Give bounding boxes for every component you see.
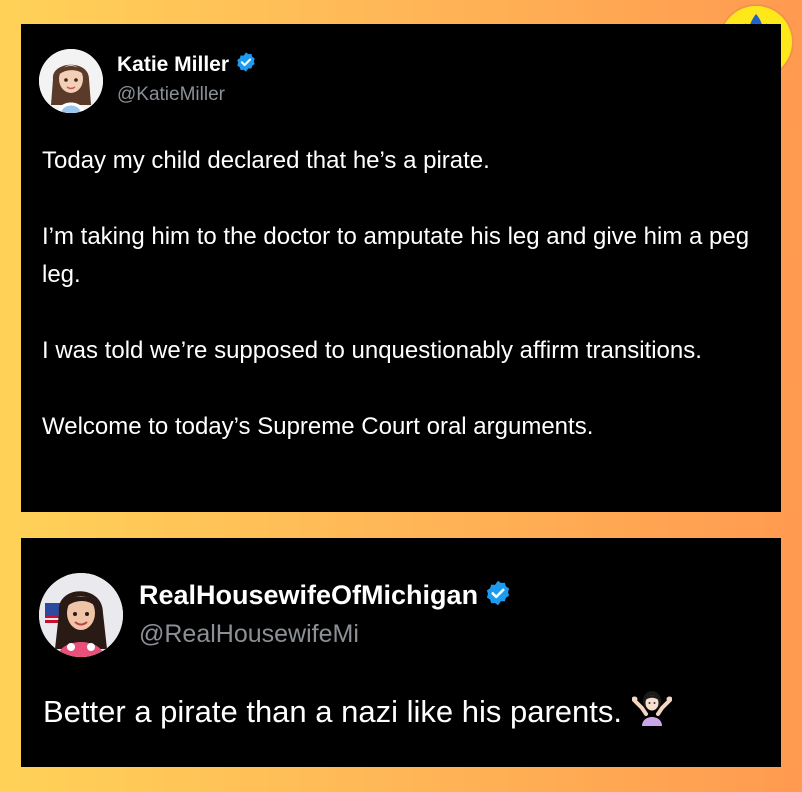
avatar[interactable] [39,573,123,657]
verified-badge-icon [235,51,257,78]
tweet-paragraph: I’m taking him to the doctor to amputate… [42,223,750,288]
display-name[interactable]: Katie Miller [117,53,229,77]
verified-badge-icon [484,579,512,612]
display-name[interactable]: RealHousewifeOfMichigan [139,580,478,611]
tweet-text: Better a pirate than a nazi like his par… [43,686,773,738]
person-shrugging-emoji-icon [631,686,673,738]
tweet-text: Today my child declared that he’s a pira… [42,142,767,446]
tweet-paragraph: I was told we’re supposed to unquestiona… [42,337,702,364]
author-row[interactable]: RealHousewifeOfMichigan [139,579,512,612]
avatar[interactable] [39,49,103,113]
author-row[interactable]: Katie Miller [117,51,257,78]
user-handle[interactable]: @KatieMiller [117,84,225,106]
user-handle[interactable]: @RealHousewifeMi [139,620,359,649]
tweet-paragraph: Today my child declared that he’s a pira… [42,147,490,174]
tweet-paragraph: Better a pirate than a nazi like his par… [43,694,622,729]
tweet-card-katie-miller[interactable]: Katie Miller @KatieMiller Today my child… [21,24,781,512]
tweet-card-realhousewife[interactable]: RealHousewifeOfMichigan @RealHousewifeMi… [21,538,781,767]
tweet-paragraph: Welcome to today’s Supreme Court oral ar… [42,413,594,440]
